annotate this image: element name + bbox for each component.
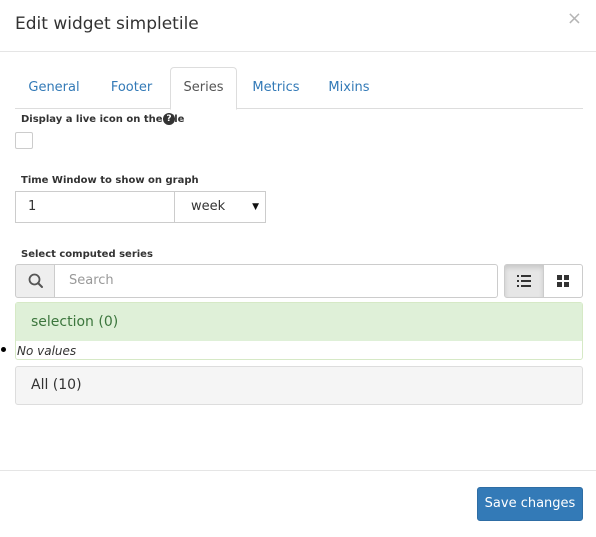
search-addon bbox=[15, 264, 55, 298]
tab-general[interactable]: General bbox=[15, 67, 93, 109]
selection-panel: selection (0) No values bbox=[15, 302, 583, 360]
edit-widget-modal: Edit widget simpletile × General Footer … bbox=[0, 0, 596, 537]
modal-footer: Save changes bbox=[0, 470, 596, 537]
time-window-label: Time Window to show on graph bbox=[21, 175, 199, 186]
modal-title: Edit widget simpletile bbox=[15, 14, 199, 34]
series-search-input[interactable]: Search bbox=[54, 264, 498, 298]
caret-down-icon: ▼ bbox=[252, 202, 259, 212]
tab-mixins[interactable]: Mixins bbox=[315, 67, 383, 109]
question-circle-icon[interactable]: ? bbox=[163, 113, 175, 125]
modal-header: Edit widget simpletile × bbox=[0, 0, 596, 52]
series-search-group: Search bbox=[15, 264, 498, 298]
list-bullet bbox=[1, 347, 6, 352]
time-window-unit-select[interactable]: week ▼ bbox=[174, 191, 266, 223]
time-window-input[interactable]: 1 bbox=[15, 191, 175, 223]
grid-view-icon bbox=[557, 275, 569, 287]
tab-metrics[interactable]: Metrics bbox=[237, 67, 315, 109]
list-view-icon bbox=[517, 275, 531, 287]
close-icon[interactable]: × bbox=[567, 9, 582, 29]
selection-panel-header[interactable]: selection (0) bbox=[16, 303, 582, 341]
list-view-button[interactable] bbox=[504, 264, 544, 298]
tab-series[interactable]: Series bbox=[170, 67, 237, 110]
all-series-panel-header[interactable]: All (10) bbox=[15, 366, 583, 405]
tab-footer[interactable]: Footer bbox=[93, 67, 170, 109]
time-window-unit-value: week bbox=[191, 199, 226, 214]
search-icon bbox=[28, 273, 43, 288]
series-label: Select computed series bbox=[21, 249, 153, 260]
save-changes-button[interactable]: Save changes bbox=[477, 487, 583, 521]
no-values-text: No values bbox=[17, 344, 77, 358]
tab-bar: General Footer Series Metrics Mixins bbox=[15, 67, 583, 110]
live-icon-checkbox[interactable] bbox=[15, 132, 33, 149]
grid-view-button[interactable] bbox=[543, 264, 583, 298]
live-icon-label: Display a live icon on the tile bbox=[21, 114, 185, 125]
